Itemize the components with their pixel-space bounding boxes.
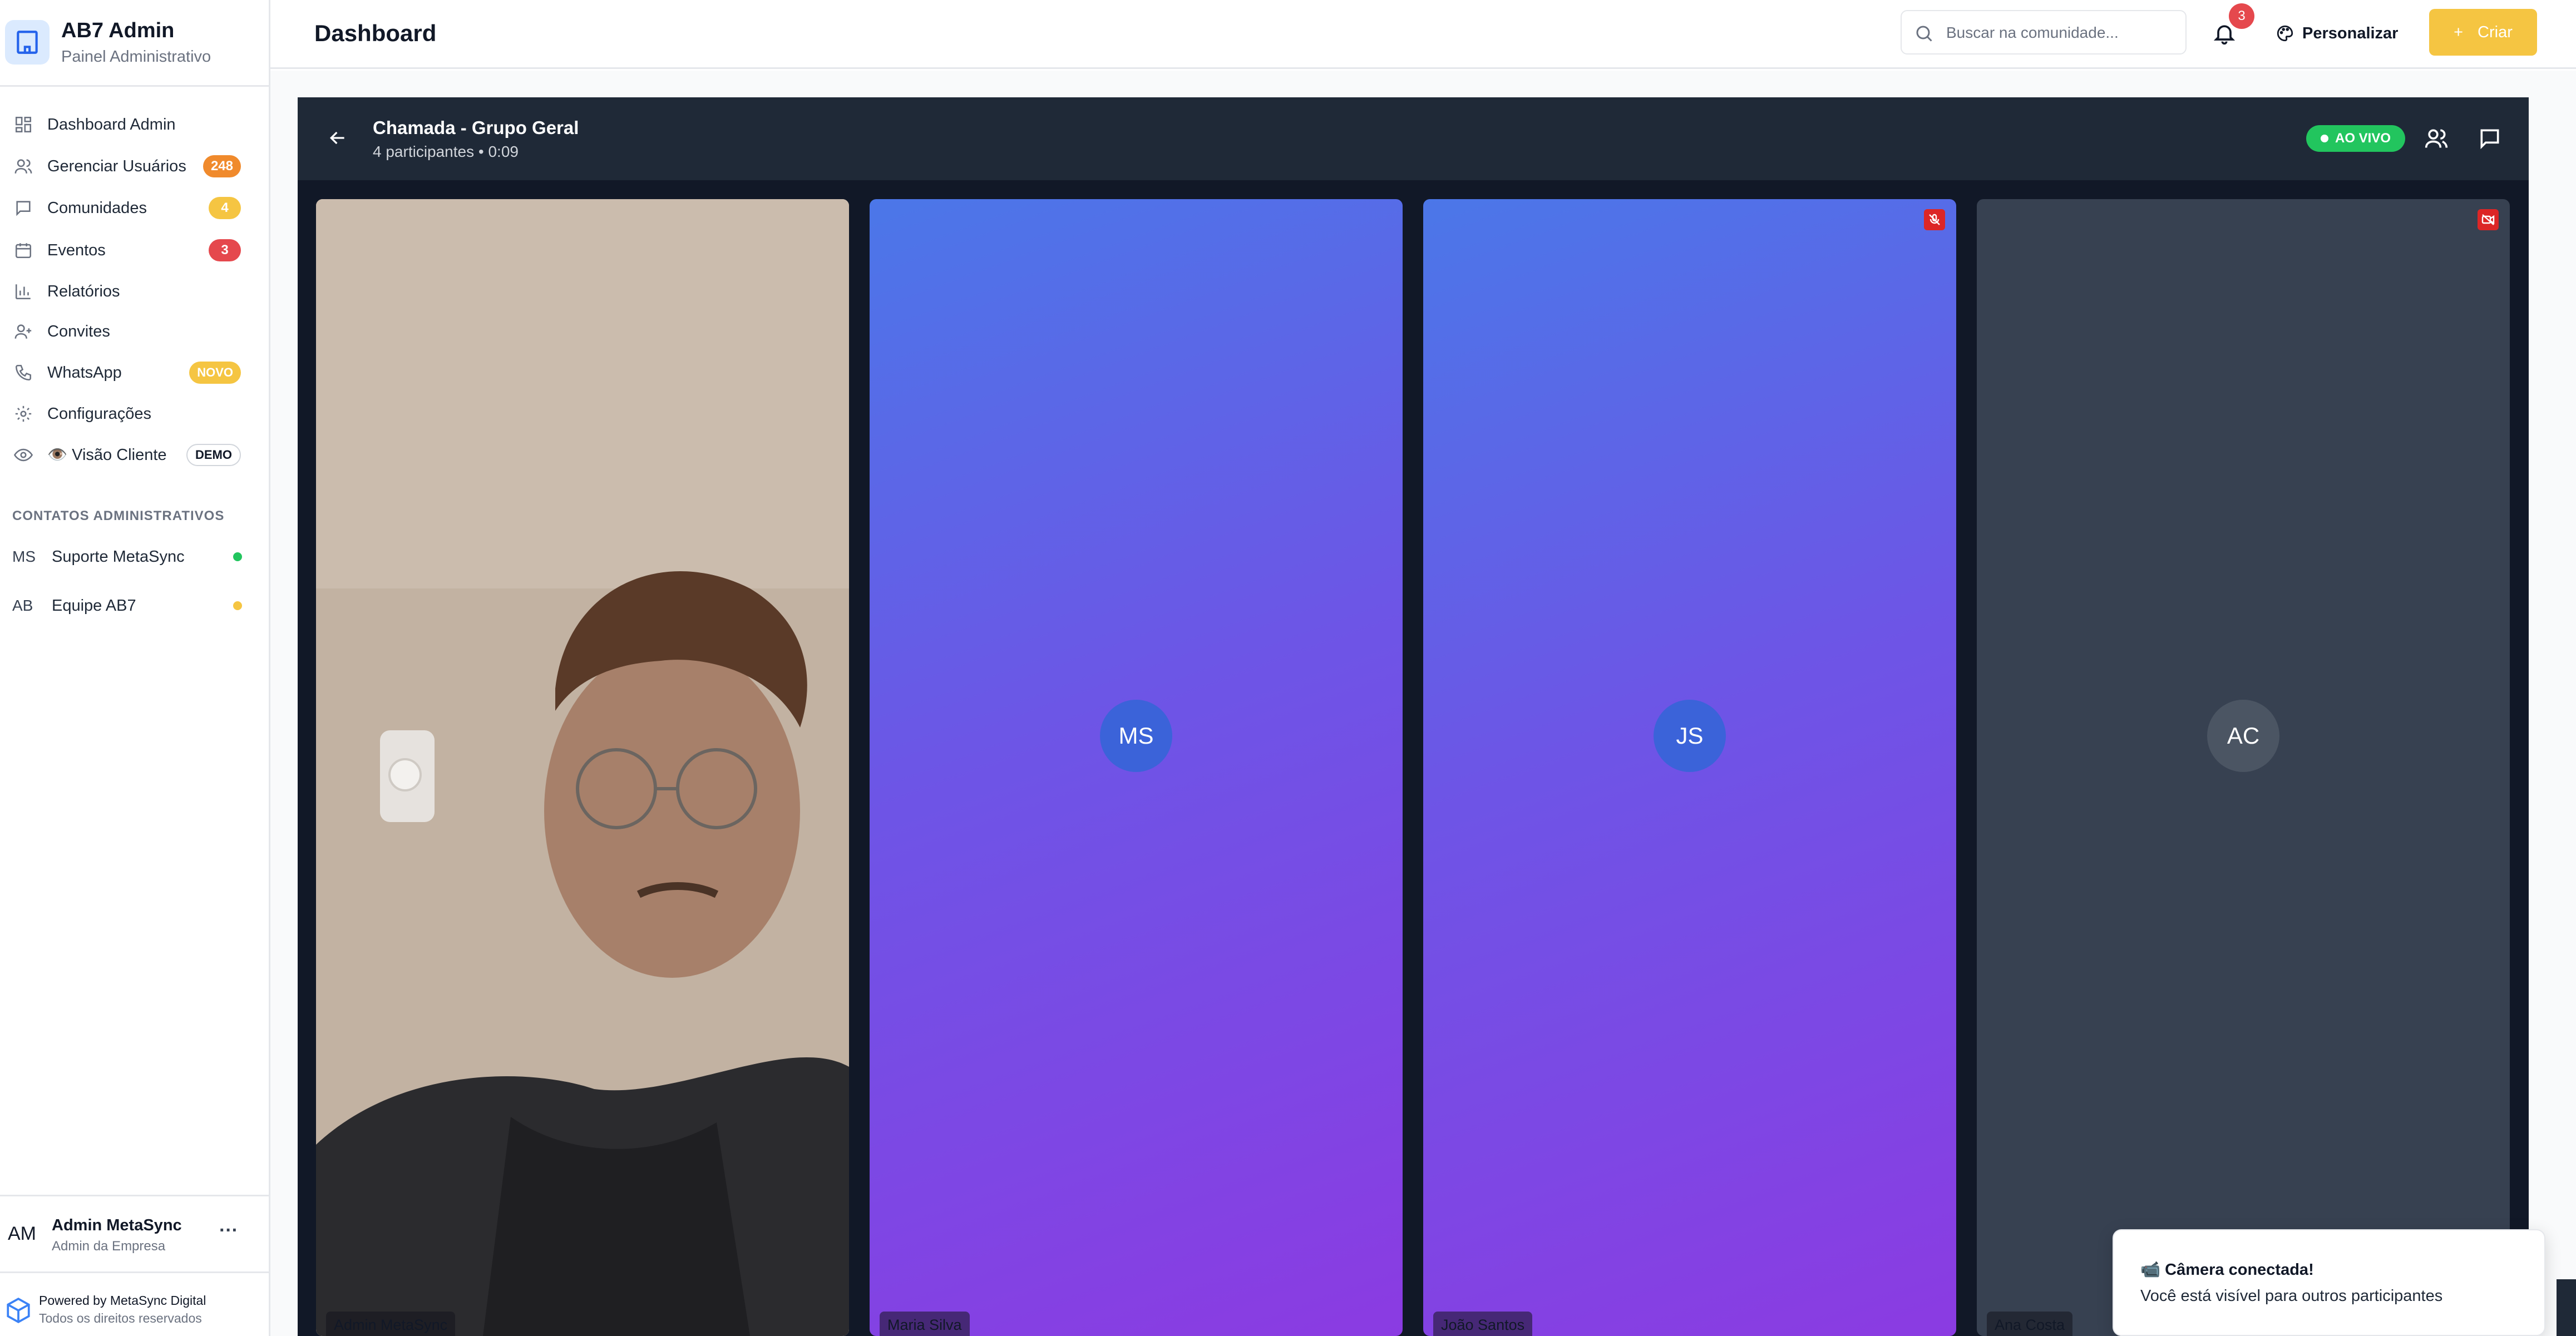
calendar-icon [12, 239, 34, 261]
call-title: Chamada - Grupo Geral [373, 117, 579, 138]
sidebar-item-visao-cliente[interactable]: 👁️ Visão Cliente DEMO [0, 437, 269, 473]
mic-off-icon [1924, 209, 1945, 230]
new-badge: NOVO [189, 362, 241, 384]
dashboard-icon [12, 113, 34, 136]
participant-tile[interactable]: MS Maria Silva [870, 199, 1403, 1336]
page-title: Dashboard [314, 20, 437, 46]
chat-icon [12, 197, 34, 219]
camera-video-feed [316, 199, 849, 1336]
brand-header: AB7 Admin Painel Administrativo [0, 0, 269, 87]
user-role: Admin da Empresa [52, 1239, 166, 1254]
contact-item[interactable]: MS Suporte MetaSync [0, 538, 269, 575]
contact-name: Suporte MetaSync [52, 547, 185, 566]
building-icon [5, 20, 50, 65]
sidebar-item-relatorios[interactable]: Relatórios [0, 273, 269, 310]
avatar: AM [8, 1223, 36, 1244]
powered-footer: Powered by MetaSync Digital Todos os dir… [0, 1271, 269, 1336]
search-icon [1916, 26, 1932, 42]
contacts-section-title: CONTATOS ADMINISTRATIVOS [12, 508, 225, 523]
call-header: Chamada - Grupo Geral 4 participantes • … [298, 97, 2529, 180]
app-title: AB7 Admin [61, 19, 175, 42]
sidebar-item-gerenciar-usuarios[interactable]: Gerenciar Usuários 248 [0, 148, 269, 185]
cube-icon [7, 1298, 30, 1323]
toast-notification[interactable]: 📹 Câmera conectada! Você está visível pa… [2113, 1229, 2545, 1336]
live-dot [2320, 135, 2328, 142]
current-user[interactable]: AM Admin MetaSync Admin da Empresa ··· [0, 1195, 269, 1271]
users-count-badge: 248 [203, 155, 241, 177]
app-subtitle: Painel Administrativo [61, 48, 211, 66]
participant-avatar: AC [2207, 700, 2279, 772]
sidebar-item-label: Eventos [47, 241, 106, 259]
contact-avatar: AB [12, 597, 33, 614]
sidebar-item-label: 👁️ Visão Cliente [47, 446, 167, 464]
participant-tile[interactable]: AC Ana Costa [1977, 199, 2510, 1336]
user-name: Admin MetaSync [52, 1216, 182, 1234]
user-plus-icon [12, 320, 34, 343]
create-label: Criar [2478, 23, 2513, 41]
sidebar-item-eventos[interactable]: Eventos 3 [0, 232, 269, 269]
online-status-dot [233, 552, 242, 561]
sidebar-item-label: Convites [47, 322, 110, 340]
participant-tile[interactable]: JS João Santos [1423, 199, 1956, 1336]
live-badge: AO VIVO [2306, 125, 2405, 152]
eye-icon [12, 444, 34, 466]
sidebar-item-whatsapp[interactable]: WhatsApp NOVO [0, 354, 269, 391]
away-status-dot [233, 601, 242, 610]
sidebar-item-comunidades[interactable]: Comunidades 4 [0, 190, 269, 226]
participants-icon[interactable] [2424, 126, 2449, 151]
gear-icon [12, 403, 34, 425]
contact-avatar: MS [12, 548, 36, 565]
create-button[interactable]: + Criar [2429, 9, 2537, 56]
sidebar-item-label: Gerenciar Usuários [47, 157, 186, 175]
back-arrow-icon[interactable] [327, 127, 349, 149]
copyright-text: Todos os direitos reservados [39, 1311, 202, 1325]
plus-icon: + [2454, 23, 2464, 41]
participant-avatar: JS [1654, 700, 1726, 772]
powered-by-text: Powered by MetaSync Digital [39, 1293, 206, 1308]
sidebar-item-convites[interactable]: Convites [0, 313, 269, 350]
participant-name-tag: João Santos [1433, 1312, 1533, 1336]
toast-title: 📹 Câmera conectada! [2140, 1261, 2314, 1279]
sidebar-item-dashboard-admin[interactable]: Dashboard Admin [0, 106, 269, 143]
toast-message: Você está visível para outros participan… [2140, 1287, 2443, 1305]
sidebar-item-label: Configurações [47, 404, 151, 423]
camera-off-icon [2478, 209, 2499, 230]
chat-icon[interactable] [2478, 126, 2502, 151]
live-label: AO VIVO [2335, 131, 2391, 146]
contact-item[interactable]: AB Equipe AB7 [0, 587, 269, 624]
sidebar-item-configuracoes[interactable]: Configurações [0, 395, 269, 432]
customize-label: Personalizar [2302, 24, 2399, 42]
search-input[interactable] [1946, 20, 2180, 46]
top-header: Dashboard 3 Personalizar + Criar [270, 0, 2576, 69]
phone-icon [12, 362, 34, 384]
sidebar: AB7 Admin Painel Administrativo Dashboar… [0, 0, 270, 1336]
participant-name-tag: Maria Silva [880, 1312, 970, 1336]
notification-badge: 3 [2229, 3, 2254, 29]
sidebar-item-label: WhatsApp [47, 363, 122, 382]
palette-icon [2277, 25, 2293, 42]
sidebar-item-label: Relatórios [47, 282, 120, 300]
demo-badge: DEMO [186, 444, 241, 466]
edge-overlay [2557, 1279, 2576, 1336]
participant-avatar: MS [1100, 700, 1172, 772]
call-subtitle: 4 participantes • 0:09 [373, 143, 519, 160]
participant-tile-video[interactable]: Admin MetaSync [316, 199, 849, 1336]
users-icon [12, 155, 34, 177]
customize-button[interactable]: Personalizar [2276, 16, 2398, 51]
more-options-icon[interactable]: ··· [219, 1220, 238, 1241]
video-call-panel: Chamada - Grupo Geral 4 participantes • … [298, 97, 2529, 1336]
participant-name-tag: Admin MetaSync [326, 1312, 456, 1336]
events-count-badge: 3 [209, 239, 241, 261]
sidebar-item-label: Comunidades [47, 199, 147, 217]
search-box[interactable] [1901, 10, 2187, 55]
communities-count-badge: 4 [209, 197, 241, 219]
sidebar-item-label: Dashboard Admin [47, 115, 176, 133]
bar-chart-icon [12, 280, 34, 303]
contact-name: Equipe AB7 [52, 596, 136, 615]
participant-name-tag: Ana Costa [1987, 1312, 2073, 1336]
